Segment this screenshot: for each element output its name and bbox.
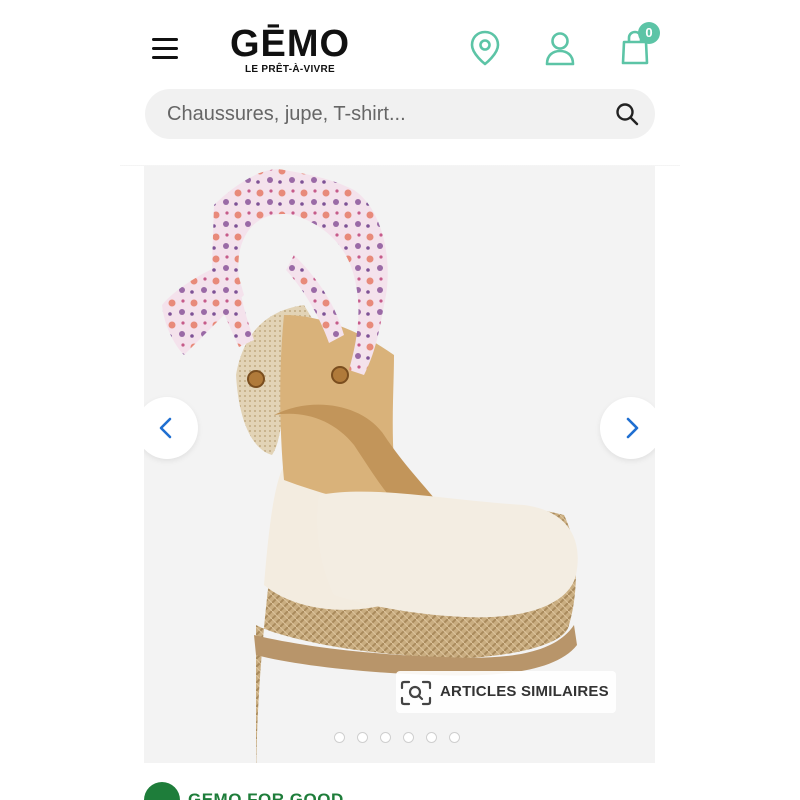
store-locator-button[interactable] bbox=[466, 28, 504, 68]
search-icon[interactable] bbox=[615, 102, 639, 126]
carousel-dot-4[interactable] bbox=[403, 732, 414, 743]
visual-search-icon bbox=[400, 680, 432, 706]
hamburger-menu-icon[interactable] bbox=[148, 32, 182, 64]
search-input[interactable] bbox=[167, 89, 597, 139]
logo-wordmark: GĒMO bbox=[229, 23, 351, 65]
gemo-for-good-icon bbox=[144, 782, 180, 800]
search-bar[interactable] bbox=[145, 89, 655, 139]
cart-button[interactable]: 0 bbox=[616, 22, 660, 68]
carousel-dot-1[interactable] bbox=[334, 732, 345, 743]
carousel-dot-2[interactable] bbox=[357, 732, 368, 743]
carousel-dot-6[interactable] bbox=[449, 732, 460, 743]
chevron-right-icon bbox=[626, 417, 639, 439]
gemo-for-good-label: GEMO FOR GOOD bbox=[188, 790, 344, 800]
product-gallery[interactable]: ARTICLES SIMILAIRES bbox=[144, 165, 655, 763]
similar-articles-button[interactable]: ARTICLES SIMILAIRES bbox=[396, 671, 616, 713]
carousel-dot-3[interactable] bbox=[380, 732, 391, 743]
next-image-button[interactable] bbox=[600, 397, 655, 459]
user-icon bbox=[545, 32, 575, 66]
carousel-pagination bbox=[334, 732, 472, 744]
account-button[interactable] bbox=[541, 28, 579, 68]
gemo-logo[interactable]: GĒMO LE PRÊT-À-VIVRE bbox=[222, 22, 358, 78]
carousel-dot-5[interactable] bbox=[426, 732, 437, 743]
chevron-left-icon bbox=[159, 417, 172, 439]
similar-articles-label: ARTICLES SIMILAIRES bbox=[440, 683, 609, 700]
location-pin-icon bbox=[470, 30, 500, 66]
site-header: GĒMO LE PRÊT-À-VIVRE 0 bbox=[0, 0, 800, 165]
cart-count-badge: 0 bbox=[638, 22, 660, 44]
